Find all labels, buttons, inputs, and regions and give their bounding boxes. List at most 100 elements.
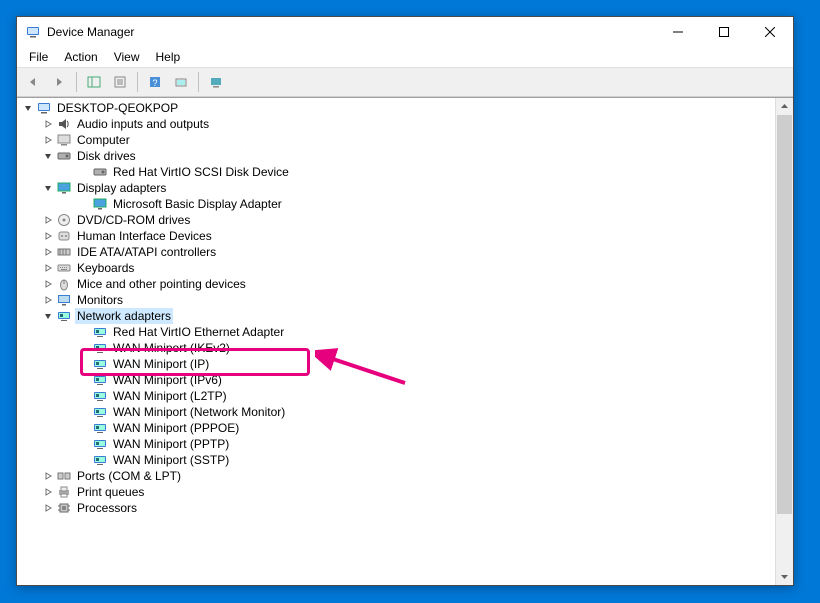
tree-device[interactable]: WAN Miniport (SSTP) [17, 452, 776, 468]
vertical-scrollbar[interactable] [775, 98, 793, 585]
tree-category[interactable]: Keyboards [17, 260, 776, 276]
menu-help[interactable]: Help [148, 48, 189, 66]
properties-button[interactable] [108, 70, 132, 94]
tree-device[interactable]: Microsoft Basic Display Adapter [17, 196, 776, 212]
expand-icon[interactable] [41, 229, 55, 243]
tree-device[interactable]: WAN Miniport (IP) [17, 356, 776, 372]
tree-item-label: WAN Miniport (IKEv2) [111, 340, 232, 356]
expander-spacer [77, 325, 91, 339]
back-button[interactable] [21, 70, 45, 94]
expand-icon[interactable] [41, 485, 55, 499]
collapse-icon[interactable] [41, 181, 55, 195]
tree-item-label: Keyboards [75, 260, 136, 276]
forward-button[interactable] [47, 70, 71, 94]
toolbar-separator [137, 72, 138, 92]
maximize-button[interactable] [701, 17, 747, 47]
network-icon [92, 356, 108, 372]
expand-icon[interactable] [41, 245, 55, 259]
help-button[interactable]: ? [143, 70, 167, 94]
expander-spacer [77, 373, 91, 387]
tree-item-label: Microsoft Basic Display Adapter [111, 196, 284, 212]
menu-file[interactable]: File [21, 48, 56, 66]
tree-item-label: Mice and other pointing devices [75, 276, 248, 292]
close-button[interactable] [747, 17, 793, 47]
expander-spacer [77, 197, 91, 211]
tree-item-label: WAN Miniport (PPTP) [111, 436, 231, 452]
expand-icon[interactable] [41, 117, 55, 131]
minimize-button[interactable] [655, 17, 701, 47]
expand-icon[interactable] [41, 261, 55, 275]
scroll-thumb[interactable] [777, 115, 792, 514]
collapse-icon[interactable] [41, 309, 55, 323]
tree-item-label: WAN Miniport (IPv6) [111, 372, 224, 388]
tree-category[interactable]: IDE ATA/ATAPI controllers [17, 244, 776, 260]
tree-item-label: IDE ATA/ATAPI controllers [75, 244, 218, 260]
tree-device[interactable]: WAN Miniport (L2TP) [17, 388, 776, 404]
expand-icon[interactable] [41, 133, 55, 147]
tree-device[interactable]: WAN Miniport (PPTP) [17, 436, 776, 452]
scroll-track[interactable] [776, 115, 793, 568]
tree-category[interactable]: DVD/CD-ROM drives [17, 212, 776, 228]
scroll-down-button[interactable] [776, 568, 793, 585]
tree-device[interactable]: Red Hat VirtIO Ethernet Adapter [17, 324, 776, 340]
tree-device[interactable]: WAN Miniport (PPPOE) [17, 420, 776, 436]
computer-icon [56, 132, 72, 148]
pc-icon [36, 100, 52, 116]
tree-category[interactable]: Print queues [17, 484, 776, 500]
tree-device[interactable]: WAN Miniport (IPv6) [17, 372, 776, 388]
ide-icon [56, 244, 72, 260]
tree-category[interactable]: Disk drives [17, 148, 776, 164]
titlebar[interactable]: Device Manager [17, 17, 793, 47]
tree-category[interactable]: Mice and other pointing devices [17, 276, 776, 292]
tree-category[interactable]: Processors [17, 500, 776, 516]
monitor-icon [56, 292, 72, 308]
tree-item-label: Audio inputs and outputs [75, 116, 211, 132]
expander-spacer [77, 165, 91, 179]
tree-item-label: Ports (COM & LPT) [75, 468, 183, 484]
tree-category[interactable]: Ports (COM & LPT) [17, 468, 776, 484]
tree-root[interactable]: DESKTOP-QEOKPOP [17, 100, 776, 116]
scroll-up-button[interactable] [776, 98, 793, 115]
network-icon [92, 420, 108, 436]
expand-icon[interactable] [41, 277, 55, 291]
cdrom-icon [56, 212, 72, 228]
expand-icon[interactable] [41, 213, 55, 227]
keyboard-icon [56, 260, 72, 276]
expand-icon[interactable] [41, 469, 55, 483]
tree-item-label: WAN Miniport (PPPOE) [111, 420, 241, 436]
menu-action[interactable]: Action [56, 48, 105, 66]
network-icon [56, 308, 72, 324]
tree-item-label: DVD/CD-ROM drives [75, 212, 192, 228]
tree-category[interactable]: Computer [17, 132, 776, 148]
svg-text:?: ? [152, 78, 157, 88]
collapse-icon[interactable] [41, 149, 55, 163]
scan-hardware-button[interactable] [169, 70, 193, 94]
tree-device[interactable]: WAN Miniport (Network Monitor) [17, 404, 776, 420]
expand-icon[interactable] [41, 501, 55, 515]
tree-category[interactable]: Audio inputs and outputs [17, 116, 776, 132]
printer-icon [56, 484, 72, 500]
show-hide-tree-button[interactable] [82, 70, 106, 94]
tree-item-label: Human Interface Devices [75, 228, 214, 244]
tree-category[interactable]: Network adapters [17, 308, 776, 324]
network-icon [92, 388, 108, 404]
network-icon [92, 324, 108, 340]
device-tree[interactable]: DESKTOP-QEOKPOPAudio inputs and outputsC… [17, 98, 776, 585]
collapse-icon[interactable] [21, 101, 35, 115]
tree-item-label: Monitors [75, 292, 125, 308]
tree-device[interactable]: Red Hat VirtIO SCSI Disk Device [17, 164, 776, 180]
menu-view[interactable]: View [106, 48, 148, 66]
tree-item-label: WAN Miniport (L2TP) [111, 388, 229, 404]
expander-spacer [77, 453, 91, 467]
display-icon [56, 180, 72, 196]
expand-icon[interactable] [41, 293, 55, 307]
tree-category[interactable]: Display adapters [17, 180, 776, 196]
tree-device[interactable]: WAN Miniport (IKEv2) [17, 340, 776, 356]
mouse-icon [56, 276, 72, 292]
network-icon [92, 452, 108, 468]
tree-category[interactable]: Monitors [17, 292, 776, 308]
network-icon [92, 340, 108, 356]
devices-button[interactable] [204, 70, 228, 94]
device-manager-window: Device Manager File Action View Help ? D… [16, 16, 794, 586]
tree-category[interactable]: Human Interface Devices [17, 228, 776, 244]
